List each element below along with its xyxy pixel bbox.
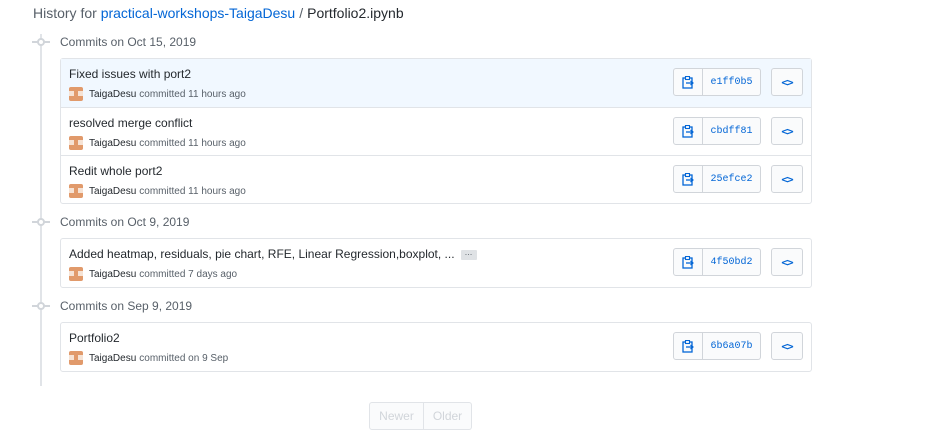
group-date: Commits on Oct 15, 2019 bbox=[60, 35, 197, 49]
sha-button-group: e1ff0b5 bbox=[673, 68, 761, 96]
commit-title-link[interactable]: Portfolio2 bbox=[69, 331, 120, 345]
commit-row: resolved merge conflict TaigaDesu commit… bbox=[61, 107, 811, 155]
commit-list: Added heatmap, residuals, pie chart, RFE… bbox=[60, 238, 812, 288]
copy-sha-button[interactable] bbox=[673, 68, 703, 96]
group-date: Commits on Oct 9, 2019 bbox=[60, 215, 190, 229]
commit-time: committed 11 hours ago bbox=[139, 137, 246, 149]
newer-button[interactable]: Newer bbox=[369, 402, 424, 430]
browse-repo-button[interactable]: <> bbox=[771, 117, 803, 145]
commit-time: committed 11 hours ago bbox=[139, 185, 246, 197]
commit-time: committed on 9 Sep bbox=[139, 352, 229, 364]
code-icon: <> bbox=[781, 172, 793, 186]
clippy-icon bbox=[682, 255, 694, 269]
avatar[interactable] bbox=[69, 136, 83, 150]
code-icon: <> bbox=[781, 75, 793, 89]
commit-meta: TaigaDesu committed 11 hours ago bbox=[69, 87, 246, 101]
commit-author[interactable]: TaigaDesu bbox=[89, 89, 136, 100]
file-name: Portfolio2.ipynb bbox=[307, 5, 404, 21]
sha-button-group: 25efce2 bbox=[673, 165, 761, 193]
browse-repo-button[interactable]: <> bbox=[771, 165, 803, 193]
commit-author[interactable]: TaigaDesu bbox=[89, 269, 136, 280]
breadcrumb-separator: / bbox=[299, 5, 304, 21]
commit-author[interactable]: TaigaDesu bbox=[89, 138, 136, 149]
group-header: Commits on Oct 15, 2019 bbox=[32, 32, 197, 52]
commit-title-link[interactable]: resolved merge conflict bbox=[69, 116, 192, 130]
commit-sha-link[interactable]: 25efce2 bbox=[703, 165, 761, 193]
commit-title-wrap: Added heatmap, residuals, pie chart, RFE… bbox=[69, 247, 477, 261]
copy-sha-button[interactable] bbox=[673, 248, 703, 276]
commit-sha-link[interactable]: e1ff0b5 bbox=[703, 68, 761, 96]
timeline-line bbox=[40, 34, 42, 386]
git-commit-icon bbox=[32, 215, 50, 229]
breadcrumb: History for practical-workshops-TaigaDes… bbox=[33, 5, 404, 21]
sha-button-group: 4f50bd2 bbox=[673, 248, 761, 276]
commit-title-link[interactable]: Redit whole port2 bbox=[69, 164, 162, 178]
browse-repo-button[interactable]: <> bbox=[771, 248, 803, 276]
pagination: Newer Older bbox=[369, 402, 472, 430]
commit-sha-link[interactable]: cbdff81 bbox=[703, 117, 761, 145]
commit-meta: TaigaDesu committed 11 hours ago bbox=[69, 184, 246, 198]
commit-meta: TaigaDesu committed on 9 Sep bbox=[69, 351, 228, 365]
commit-sha-link[interactable]: 6b6a07b bbox=[703, 332, 761, 360]
sha-button-group: cbdff81 bbox=[673, 117, 761, 145]
copy-sha-button[interactable] bbox=[673, 165, 703, 193]
commit-time: committed 11 hours ago bbox=[139, 88, 246, 100]
clippy-icon bbox=[682, 172, 694, 186]
commit-list: Fixed issues with port2 TaigaDesu commit… bbox=[60, 58, 812, 204]
commit-row: Redit whole port2 TaigaDesu committed 11… bbox=[61, 155, 811, 203]
breadcrumb-prefix: History for bbox=[33, 5, 97, 21]
avatar[interactable] bbox=[69, 87, 83, 101]
older-button[interactable]: Older bbox=[424, 402, 472, 430]
commit-author[interactable]: TaigaDesu bbox=[89, 186, 136, 197]
code-icon: <> bbox=[781, 255, 793, 269]
commit-row: Fixed issues with port2 TaigaDesu commit… bbox=[61, 59, 811, 107]
commit-row: Added heatmap, residuals, pie chart, RFE… bbox=[61, 239, 811, 287]
git-commit-icon bbox=[32, 299, 50, 313]
code-icon: <> bbox=[781, 124, 793, 138]
code-icon: <> bbox=[781, 339, 793, 353]
avatar[interactable] bbox=[69, 267, 83, 281]
clippy-icon bbox=[682, 339, 694, 353]
group-header: Commits on Oct 9, 2019 bbox=[32, 212, 190, 232]
commit-title-link[interactable]: Fixed issues with port2 bbox=[69, 67, 191, 81]
commit-author[interactable]: TaigaDesu bbox=[89, 353, 136, 364]
avatar[interactable] bbox=[69, 184, 83, 198]
copy-sha-button[interactable] bbox=[673, 332, 703, 360]
commit-meta: TaigaDesu committed 7 days ago bbox=[69, 267, 237, 281]
commit-row: Portfolio2 TaigaDesu committed on 9 Sep … bbox=[61, 323, 811, 371]
commit-list: Portfolio2 TaigaDesu committed on 9 Sep … bbox=[60, 322, 812, 372]
clippy-icon bbox=[682, 124, 694, 138]
commit-time: committed 7 days ago bbox=[139, 268, 238, 280]
group-date: Commits on Sep 9, 2019 bbox=[60, 299, 193, 313]
commit-sha-link[interactable]: 4f50bd2 bbox=[703, 248, 761, 276]
browse-repo-button[interactable]: <> bbox=[771, 68, 803, 96]
git-commit-icon bbox=[32, 35, 50, 49]
copy-sha-button[interactable] bbox=[673, 117, 703, 145]
sha-button-group: 6b6a07b bbox=[673, 332, 761, 360]
avatar[interactable] bbox=[69, 351, 83, 365]
browse-repo-button[interactable]: <> bbox=[771, 332, 803, 360]
group-header: Commits on Sep 9, 2019 bbox=[32, 296, 193, 316]
repo-link[interactable]: practical-workshops-TaigaDesu bbox=[101, 5, 296, 21]
clippy-icon bbox=[682, 75, 694, 89]
commit-meta: TaigaDesu committed 11 hours ago bbox=[69, 136, 246, 150]
expand-message-button[interactable]: … bbox=[460, 248, 477, 260]
commit-title-link[interactable]: Added heatmap, residuals, pie chart, RFE… bbox=[69, 247, 455, 261]
